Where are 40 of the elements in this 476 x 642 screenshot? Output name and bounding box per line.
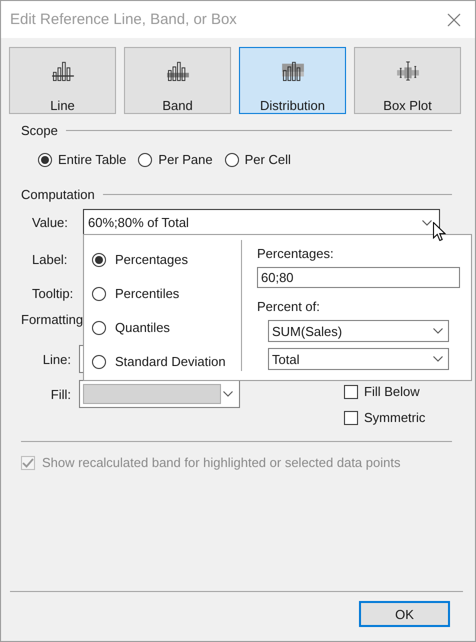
field-label: Percent of: xyxy=(257,299,321,314)
aggregation-dropdown[interactable]: Total xyxy=(268,348,449,370)
section-title: Scope xyxy=(21,123,58,138)
window-title: Edit Reference Line, Band, or Box xyxy=(10,11,237,28)
chevron-down-icon xyxy=(422,220,432,226)
checkbox-option[interactable]: Symmetric xyxy=(344,410,426,425)
bar-chart-distribution-icon xyxy=(280,61,304,81)
bar-chart-line-icon xyxy=(50,61,74,81)
measure-dropdown[interactable]: SUM(Sales) xyxy=(268,320,449,342)
percentages-input[interactable]: 60;80 xyxy=(257,267,460,288)
method-radio-option[interactable]: Quantiles xyxy=(92,319,241,336)
checkbox-option[interactable]: Fill Below xyxy=(344,384,426,399)
field-label: Tooltip: xyxy=(32,286,74,300)
method-radio-option[interactable]: Standard Deviation xyxy=(92,353,241,370)
reference-type-button[interactable]: Line xyxy=(9,47,116,114)
field-label: Percentages: xyxy=(257,246,335,261)
close-icon[interactable] xyxy=(447,12,461,26)
scope-radio-option[interactable]: Entire Table xyxy=(38,152,126,167)
reference-type-button[interactable]: Distribution xyxy=(239,47,346,114)
box-plot-icon xyxy=(396,61,420,81)
field-label: Value: xyxy=(31,215,69,230)
scope-radio-option[interactable]: Per Pane xyxy=(138,152,213,167)
field-label: Label: xyxy=(32,252,68,266)
scope-radio-option[interactable]: Per Cell xyxy=(224,152,291,167)
method-radio-option[interactable]: Percentiles xyxy=(92,285,241,302)
reference-type-button[interactable]: Box Plot xyxy=(354,47,461,114)
field-label: Line: xyxy=(42,352,72,366)
chevron-down-icon xyxy=(433,328,443,334)
ok-button[interactable]: OK xyxy=(359,601,450,627)
field-label: Fill: xyxy=(50,386,72,402)
chevron-down-icon xyxy=(223,391,233,397)
reference-type-button[interactable]: Band xyxy=(124,47,231,114)
chevron-down-icon xyxy=(433,356,443,362)
section-title: Computation xyxy=(21,187,95,202)
section-title: Formatting xyxy=(21,312,84,327)
method-radio-option[interactable]: Percentages xyxy=(92,251,241,268)
bar-chart-band-icon xyxy=(166,61,190,81)
fill-color-dropdown[interactable] xyxy=(79,380,240,408)
check-icon xyxy=(22,458,34,468)
value-dropdown[interactable]: 60%;80% of Total xyxy=(83,209,440,236)
